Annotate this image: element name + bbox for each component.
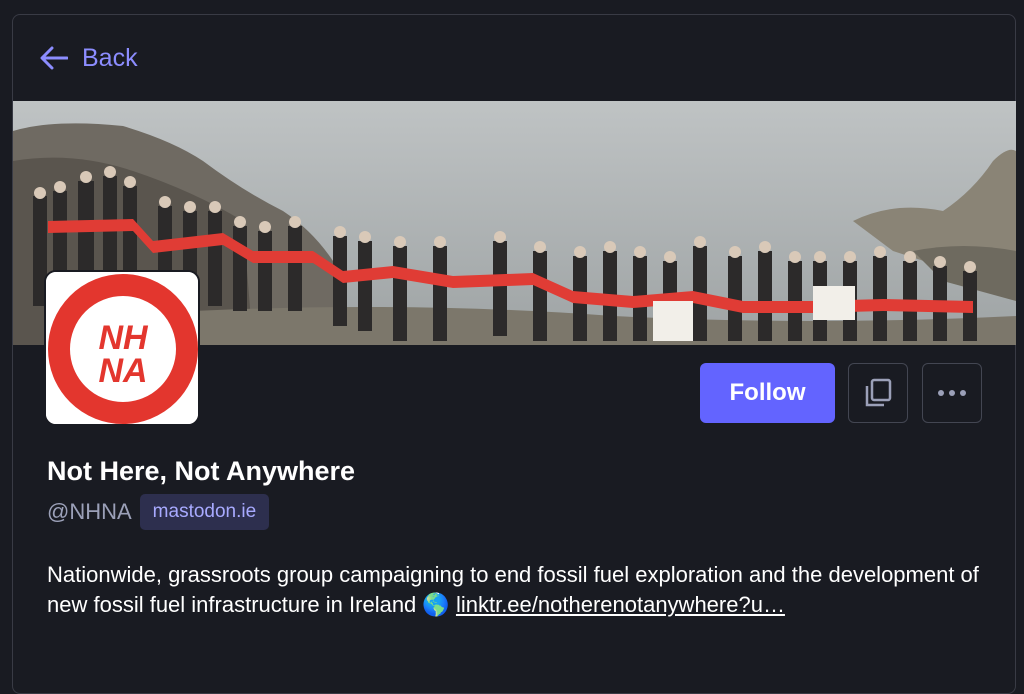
domain-badge[interactable]: mastodon.ie — [139, 494, 270, 530]
account-row: @NHNA mastodon.ie — [47, 492, 270, 532]
account-handle: @NHNA — [47, 499, 132, 524]
bio-link[interactable]: linktr.ee/notherenotanywhere?u… — [456, 592, 785, 617]
more-options-button[interactable] — [922, 363, 982, 423]
back-label: Back — [82, 43, 138, 72]
ellipsis-icon — [938, 390, 966, 396]
copy-link-button[interactable] — [848, 363, 908, 423]
nhna-logo: NH NA — [46, 272, 198, 424]
follow-button[interactable]: Follow — [700, 363, 835, 423]
globe-emoji: 🌎 — [422, 592, 450, 617]
copy-icon — [865, 378, 892, 407]
profile-bio: Nationwide, grassroots group campaigning… — [47, 560, 987, 620]
profile-avatar[interactable]: NH NA — [44, 270, 200, 426]
display-name: Not Here, Not Anywhere — [47, 456, 356, 486]
arrow-left-icon — [40, 46, 68, 70]
logo-text-bottom: NA — [98, 352, 147, 390]
back-button[interactable]: Back — [40, 40, 138, 76]
